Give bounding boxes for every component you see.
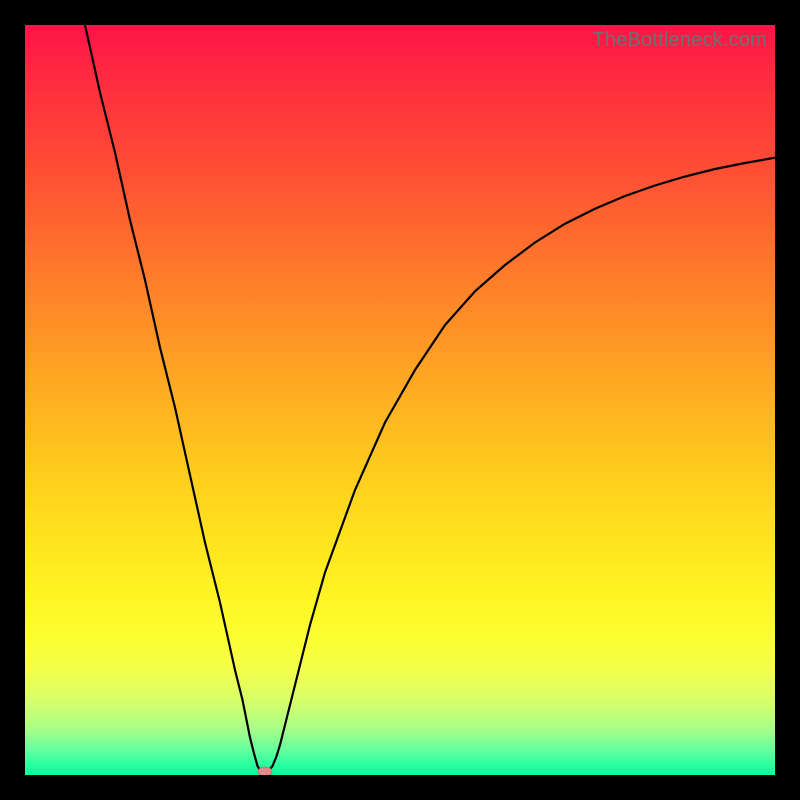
chart-frame: TheBottleneck.com [0, 0, 800, 800]
minimum-marker [258, 767, 272, 775]
watermark-text: TheBottleneck.com [592, 29, 767, 52]
bottleneck-curve [25, 25, 775, 775]
plot-area: TheBottleneck.com [25, 25, 775, 775]
